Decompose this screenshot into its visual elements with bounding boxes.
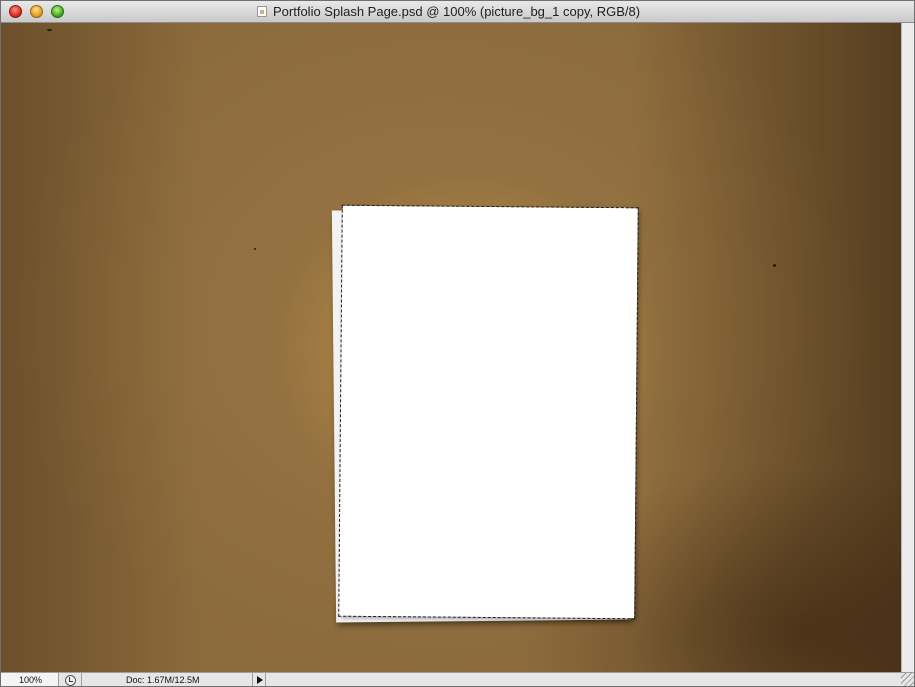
zoom-level-value: 100% bbox=[19, 675, 43, 685]
status-divider bbox=[81, 673, 82, 686]
title-bar[interactable]: Portfolio Splash Page.psd @ 100% (pictur… bbox=[1, 1, 914, 23]
document-proxy-icon[interactable] bbox=[257, 6, 267, 17]
document-canvas[interactable] bbox=[1, 23, 901, 672]
canvas-speck bbox=[773, 264, 776, 267]
vertical-scrollbar[interactable] bbox=[901, 23, 914, 672]
minimize-icon[interactable] bbox=[30, 5, 43, 18]
canvas-speck bbox=[47, 29, 52, 31]
picture-selection[interactable] bbox=[338, 204, 639, 620]
close-icon[interactable] bbox=[9, 5, 22, 18]
canvas-speck bbox=[254, 248, 256, 250]
document-window: Portfolio Splash Page.psd @ 100% (pictur… bbox=[0, 0, 915, 687]
status-info-icon[interactable] bbox=[65, 675, 76, 686]
document-size: Doc: 1.67M/12.5M bbox=[126, 675, 200, 685]
status-menu-arrow-icon[interactable] bbox=[252, 673, 266, 686]
status-bar: 100% Doc: 1.67M/12.5M bbox=[1, 672, 914, 686]
zoom-icon[interactable] bbox=[51, 5, 64, 18]
resize-grip-icon[interactable] bbox=[901, 673, 914, 686]
zoom-level-field[interactable]: 100% bbox=[1, 673, 59, 686]
window-title: Portfolio Splash Page.psd @ 100% (pictur… bbox=[273, 4, 641, 19]
